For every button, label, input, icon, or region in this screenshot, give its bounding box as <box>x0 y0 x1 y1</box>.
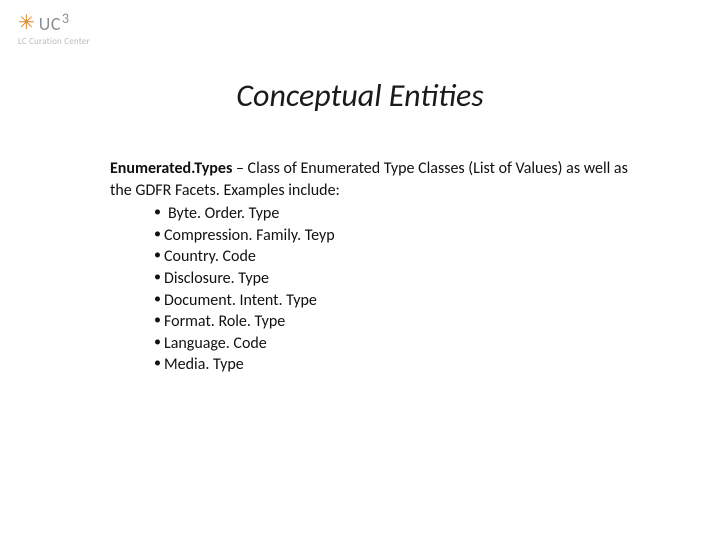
list-item: Format. Role. Type <box>154 311 630 333</box>
list-item: Document. Intent. Type <box>154 290 630 312</box>
lead-sep: – <box>232 159 247 178</box>
page-title: Conceptual Entities <box>0 76 720 115</box>
brand-subline: LC Curation Center <box>18 36 90 47</box>
brand-logo-top: ✳ UC3 <box>18 10 70 35</box>
list-item: Language. Code <box>154 333 630 355</box>
list-item: Compression. Family. Teyp <box>154 225 630 247</box>
sun-icon: ✳ <box>18 13 35 33</box>
bullet-list: Byte. Order. Type Compression. Family. T… <box>110 203 630 376</box>
brand-logo: ✳ UC3 LC Curation Center <box>18 10 90 47</box>
list-item: Disclosure. Type <box>154 268 630 290</box>
brand-suffix: 3 <box>62 10 70 27</box>
lead-term: Enumerated.Types <box>110 159 232 178</box>
slide: ✳ UC3 LC Curation Center Conceptual Enti… <box>0 0 720 540</box>
lead-paragraph: Enumerated.Types – Class of Enumerated T… <box>110 158 630 201</box>
list-item: Country. Code <box>154 246 630 268</box>
brand-text: UC3 <box>39 10 70 35</box>
list-item: Media. Type <box>154 354 630 376</box>
body-text: Enumerated.Types – Class of Enumerated T… <box>110 158 630 376</box>
list-item: Byte. Order. Type <box>154 203 630 225</box>
brand-prefix: UC <box>39 13 61 35</box>
